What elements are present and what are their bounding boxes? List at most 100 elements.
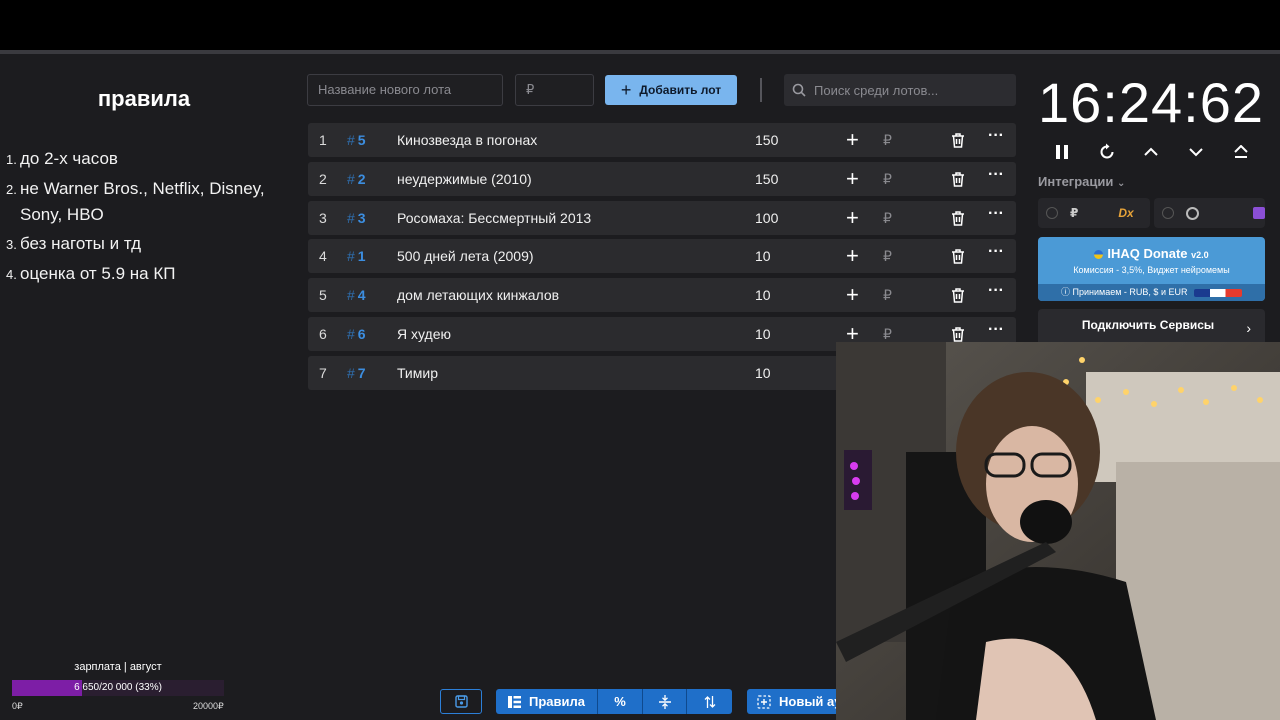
donatex-logo: Dx <box>1118 206 1134 220</box>
salary-max-label: 20000₽ <box>193 701 224 711</box>
lot-currency[interactable]: ₽ <box>883 123 892 157</box>
add-amount-button[interactable]: + <box>846 239 859 273</box>
more-options-icon[interactable]: ··· <box>988 235 1004 269</box>
trash-icon[interactable] <box>950 132 966 148</box>
trash-icon[interactable] <box>950 326 966 342</box>
rule-item: 3. без наготы и тд <box>6 234 141 253</box>
integrations-toggle[interactable]: Интеграции ⌄ <box>1038 174 1125 189</box>
lot-index: 7 <box>319 364 327 381</box>
chevron-right-icon: › <box>1246 320 1251 336</box>
webcam-overlay <box>836 342 1280 720</box>
lot-search-input[interactable]: Поиск среди лотов... <box>784 74 1016 106</box>
trash-icon[interactable] <box>950 210 966 226</box>
save-icon <box>454 695 468 708</box>
rule-item: 1. до 2-х часов <box>6 149 118 168</box>
lot-name[interactable]: Росомаха: Бессмертный 2013 <box>397 201 591 235</box>
reset-timer-button[interactable] <box>1095 140 1119 164</box>
more-options-icon[interactable]: ··· <box>988 197 1004 231</box>
lot-index: 1 <box>319 132 327 148</box>
reset-icon <box>1100 143 1114 159</box>
auction-timer: 16:24:62 <box>1038 71 1264 134</box>
lot-index: 3 <box>319 209 327 226</box>
da-icon <box>1186 206 1199 220</box>
lot-id: #2 <box>347 170 366 187</box>
plus-icon: + <box>620 80 632 100</box>
lot-amount: 10 <box>755 287 771 304</box>
timer-increase-button[interactable] <box>1139 140 1163 164</box>
more-options-icon[interactable]: ··· <box>988 274 1004 308</box>
lot-name[interactable]: неудержимые (2010) <box>397 162 532 196</box>
rule-item: 2. не Warner Bros., Netflix, Disney, Sony… <box>6 179 265 224</box>
compress-icon <box>658 694 671 709</box>
add-lot-button[interactable]: + Добавить лот <box>605 75 737 105</box>
lot-name-input[interactable]: Название нового лота <box>307 74 503 106</box>
lot-amount: 150 <box>755 132 779 148</box>
lot-row[interactable]: 3 #3 Росомаха: Бессмертный 2013 100 + ₽ ··· <box>308 200 1016 235</box>
lot-amount: 10 <box>755 325 771 342</box>
lot-id: #3 <box>347 209 366 226</box>
streaming-integration-card[interactable] <box>1154 198 1265 228</box>
sort-icon <box>704 695 715 708</box>
lot-amount-input[interactable]: ₽ <box>515 74 594 106</box>
trash-icon[interactable] <box>950 248 966 265</box>
chevron-up-icon <box>1144 147 1158 156</box>
view-toolbar: Правила % <box>496 689 732 714</box>
rules-tab-button[interactable]: Правила <box>496 689 598 714</box>
pause-icon <box>1056 145 1068 159</box>
compress-button[interactable] <box>643 689 687 714</box>
lot-index: 4 <box>319 248 327 265</box>
lot-id: #4 <box>347 287 366 304</box>
toolbar-divider <box>760 78 762 102</box>
salary-min-label: 0₽ <box>12 701 23 711</box>
lot-index: 6 <box>319 325 327 342</box>
lot-row[interactable]: 1 #5 Кинозвезда в погонах 150 + ₽ ··· <box>308 123 1016 157</box>
lot-currency[interactable]: ₽ <box>883 278 892 312</box>
status-dot <box>1162 207 1174 219</box>
list-icon <box>508 695 521 708</box>
new-auction-icon <box>757 694 771 709</box>
add-amount-button[interactable]: + <box>846 201 859 235</box>
lot-index: 5 <box>319 287 327 304</box>
lot-id: #1 <box>347 248 366 265</box>
lot-amount: 100 <box>755 209 779 226</box>
lot-name[interactable]: Кинозвезда в погонах <box>397 123 537 157</box>
save-button[interactable] <box>440 689 482 714</box>
double-chevron-up-icon <box>1234 145 1248 158</box>
lot-amount: 150 <box>755 170 779 187</box>
lot-name[interactable]: Тимир <box>397 356 438 390</box>
sort-button[interactable] <box>687 689 732 714</box>
percent-button[interactable]: % <box>598 689 643 714</box>
lot-name[interactable]: дом летающих кинжалов <box>397 278 559 312</box>
timer-decrease-button[interactable] <box>1184 140 1208 164</box>
status-dot <box>1046 207 1058 219</box>
lot-currency[interactable]: ₽ <box>883 162 892 196</box>
salary-progress-text: 6 650/20 000 (33%) <box>74 682 162 693</box>
donation-integration-card[interactable]: ₽ Dx <box>1038 198 1150 228</box>
salary-progress-bar: 6 650/20 000 (33%) <box>12 680 224 696</box>
lot-row[interactable]: 4 #1 500 дней лета (2009) 10 + ₽ ··· <box>308 239 1016 274</box>
lot-row[interactable]: 5 #4 дом летающих кинжалов 10 + ₽ ··· <box>308 278 1016 313</box>
lot-currency[interactable]: ₽ <box>883 201 892 235</box>
trash-icon[interactable] <box>950 287 966 303</box>
lot-name[interactable]: 500 дней лета (2009) <box>397 239 534 273</box>
lot-row[interactable]: 2 #2 неудержимые (2010) 150 + ₽ ··· <box>308 161 1016 196</box>
lot-name[interactable]: Я худею <box>397 317 451 351</box>
more-options-icon[interactable]: ··· <box>988 119 1004 153</box>
add-amount-button[interactable]: + <box>846 123 859 157</box>
add-amount-button[interactable]: + <box>846 162 859 196</box>
rules-title: правила <box>97 86 191 111</box>
pause-button[interactable] <box>1050 140 1074 164</box>
add-amount-button[interactable]: + <box>846 278 859 312</box>
payment-cards-icon <box>1193 288 1242 297</box>
stream-top-bar <box>0 0 1280 52</box>
ihaq-donate-banner[interactable]: IHAQ Donate v2.0 Комиссия - 3,5%, Виджет… <box>1038 237 1265 301</box>
lot-currency[interactable]: ₽ <box>883 239 892 273</box>
lot-amount: 10 <box>755 364 771 381</box>
lot-id: #5 <box>347 132 366 148</box>
chevron-down-icon <box>1189 148 1203 157</box>
trash-icon[interactable] <box>950 171 966 187</box>
lot-id: #7 <box>347 364 366 381</box>
timer-max-button[interactable] <box>1229 140 1253 164</box>
lot-id: #6 <box>347 325 366 342</box>
more-options-icon[interactable]: ··· <box>988 158 1004 192</box>
